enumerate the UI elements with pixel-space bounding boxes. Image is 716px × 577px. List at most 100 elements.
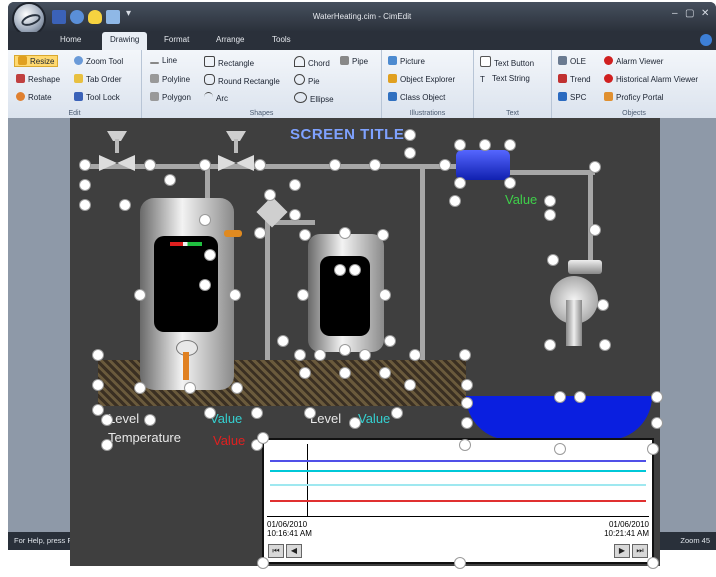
selection-handle[interactable] bbox=[145, 160, 155, 170]
selection-handle[interactable] bbox=[380, 368, 390, 378]
selection-handle[interactable] bbox=[462, 398, 472, 408]
selection-handle[interactable] bbox=[135, 290, 145, 300]
selection-handle[interactable] bbox=[350, 418, 360, 428]
selection-handle[interactable] bbox=[265, 190, 275, 200]
selection-handle[interactable] bbox=[350, 265, 360, 275]
selection-handle[interactable] bbox=[295, 350, 305, 360]
valve-icon bbox=[99, 131, 135, 171]
selection-handle[interactable] bbox=[120, 200, 130, 210]
selection-handle[interactable] bbox=[200, 280, 210, 290]
selection-handle[interactable] bbox=[93, 405, 103, 415]
selection-handle[interactable] bbox=[460, 350, 470, 360]
selection-handle[interactable] bbox=[255, 228, 265, 238]
selection-handle[interactable] bbox=[335, 265, 345, 275]
selection-handle[interactable] bbox=[555, 392, 565, 402]
trend-first-button[interactable]: ⏮ bbox=[268, 544, 284, 558]
selection-handle[interactable] bbox=[545, 196, 555, 206]
selection-handle[interactable] bbox=[405, 130, 415, 140]
blue-motor bbox=[456, 150, 510, 180]
selection-handle[interactable] bbox=[93, 380, 103, 390]
selection-handle[interactable] bbox=[548, 255, 558, 265]
pipe-tank2-left bbox=[265, 220, 270, 370]
selection-handle[interactable] bbox=[205, 408, 215, 418]
trend-start-date: 01/06/2010 bbox=[267, 520, 308, 529]
selection-handle[interactable] bbox=[290, 210, 300, 220]
selection-handle[interactable] bbox=[93, 350, 103, 360]
selection-handle[interactable] bbox=[145, 415, 155, 425]
selection-handle[interactable] bbox=[80, 180, 90, 190]
selection-handle[interactable] bbox=[340, 345, 350, 355]
selection-handle[interactable] bbox=[205, 250, 215, 260]
selection-handle[interactable] bbox=[600, 340, 610, 350]
selection-handle[interactable] bbox=[200, 215, 210, 225]
selection-handle[interactable] bbox=[315, 350, 325, 360]
selection-handle[interactable] bbox=[590, 225, 600, 235]
selection-handle[interactable] bbox=[480, 140, 490, 150]
selection-handle[interactable] bbox=[410, 350, 420, 360]
selection-handle[interactable] bbox=[298, 290, 308, 300]
selection-handle[interactable] bbox=[455, 178, 465, 188]
selection-handle[interactable] bbox=[102, 415, 112, 425]
selection-handle[interactable] bbox=[252, 408, 262, 418]
trend-end-date: 01/06/2010 bbox=[608, 520, 649, 529]
trend-pen-line bbox=[270, 500, 646, 502]
selection-handle[interactable] bbox=[340, 228, 350, 238]
pipe-to-pump bbox=[500, 170, 595, 175]
selection-handle[interactable] bbox=[102, 440, 112, 450]
selection-handle[interactable] bbox=[405, 380, 415, 390]
selection-handle[interactable] bbox=[648, 558, 658, 568]
selection-handle[interactable] bbox=[652, 418, 662, 428]
selection-handle[interactable] bbox=[135, 383, 145, 393]
selection-handle[interactable] bbox=[440, 160, 450, 170]
temperature-label: Temperature bbox=[108, 430, 181, 445]
selection-handle[interactable] bbox=[405, 148, 415, 158]
selection-handle[interactable] bbox=[255, 160, 265, 170]
selection-handle[interactable] bbox=[380, 290, 390, 300]
selection-handle[interactable] bbox=[300, 230, 310, 240]
selection-handle[interactable] bbox=[462, 380, 472, 390]
selection-handle[interactable] bbox=[185, 383, 195, 393]
selection-handle[interactable] bbox=[392, 408, 402, 418]
selection-handle[interactable] bbox=[330, 160, 340, 170]
selection-handle[interactable] bbox=[455, 558, 465, 568]
selection-handle[interactable] bbox=[378, 230, 388, 240]
pipe-tank2-right bbox=[420, 168, 425, 368]
selection-handle[interactable] bbox=[290, 180, 300, 190]
selection-handle[interactable] bbox=[300, 368, 310, 378]
selection-handle[interactable] bbox=[80, 200, 90, 210]
selection-handle[interactable] bbox=[652, 392, 662, 402]
selection-handle[interactable] bbox=[590, 162, 600, 172]
pump-value: Value bbox=[505, 192, 538, 207]
selection-handle[interactable] bbox=[258, 558, 268, 568]
trend-cursor-line[interactable] bbox=[307, 444, 308, 516]
selection-handle[interactable] bbox=[232, 383, 242, 393]
selection-handle[interactable] bbox=[545, 340, 555, 350]
selection-handle[interactable] bbox=[370, 160, 380, 170]
selection-handle[interactable] bbox=[80, 160, 90, 170]
trend-next-button[interactable]: ▶ bbox=[614, 544, 630, 558]
screen-title[interactable]: SCREEN TITLE bbox=[290, 126, 404, 143]
selection-handle[interactable] bbox=[598, 300, 608, 310]
selection-handle[interactable] bbox=[200, 160, 210, 170]
selection-handle[interactable] bbox=[462, 418, 472, 428]
selection-handle[interactable] bbox=[545, 210, 555, 220]
selection-handle[interactable] bbox=[505, 140, 515, 150]
selection-handle[interactable] bbox=[460, 440, 470, 450]
trend-prev-button[interactable]: ◀ bbox=[286, 544, 302, 558]
selection-handle[interactable] bbox=[340, 368, 350, 378]
selection-handle[interactable] bbox=[305, 408, 315, 418]
selection-handle[interactable] bbox=[258, 433, 268, 443]
selection-handle[interactable] bbox=[505, 178, 515, 188]
selection-handle[interactable] bbox=[555, 444, 565, 454]
selection-handle[interactable] bbox=[450, 196, 460, 206]
trend-last-button[interactable]: ⏭ bbox=[632, 544, 648, 558]
selection-handle[interactable] bbox=[230, 290, 240, 300]
selection-handle[interactable] bbox=[455, 140, 465, 150]
selection-handle[interactable] bbox=[648, 444, 658, 454]
selection-handle[interactable] bbox=[278, 336, 288, 346]
selection-handle[interactable] bbox=[165, 175, 175, 185]
trend-chart[interactable]: 01/06/2010 10:16:41 AM 01/06/2010 10:21:… bbox=[262, 438, 654, 564]
selection-handle[interactable] bbox=[360, 350, 370, 360]
selection-handle[interactable] bbox=[575, 392, 585, 402]
selection-handle[interactable] bbox=[385, 336, 395, 346]
